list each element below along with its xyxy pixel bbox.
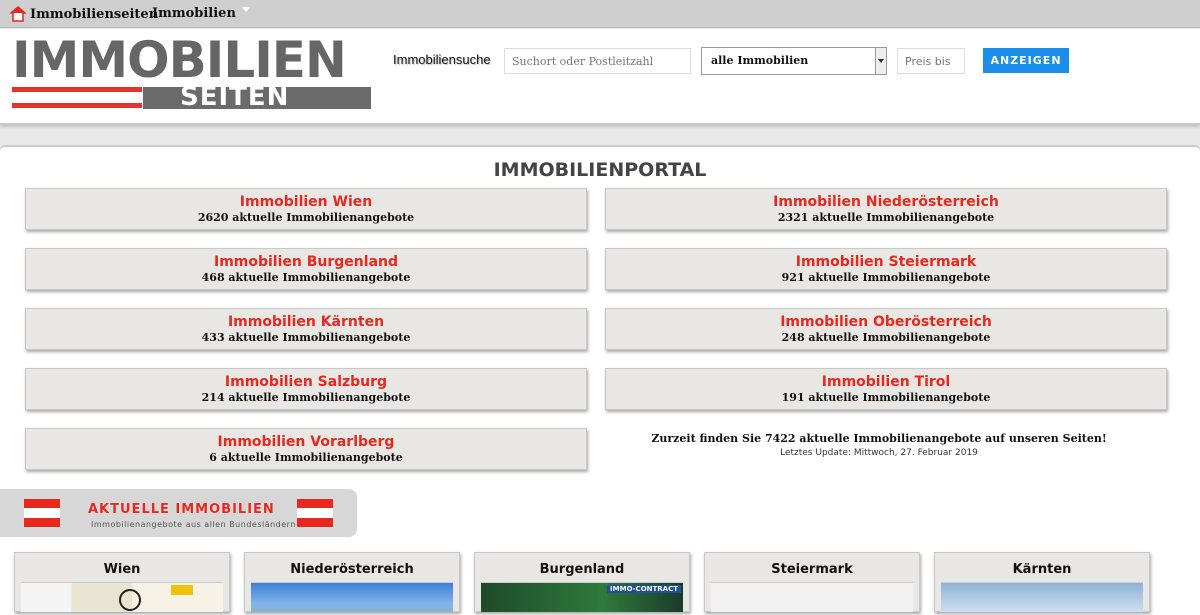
region-count: 191 aktuelle Immobilienangebote (781, 391, 991, 404)
summary-total: Zurzeit finden Sie 7422 aktuelle Immobil… (651, 432, 1107, 445)
region-link-vorarlberg[interactable]: Immobilien Vorarlberg 6 aktuelle Immobil… (25, 428, 587, 470)
region-link-kaernten[interactable]: Immobilien Kärnten 433 aktuelle Immobili… (25, 308, 587, 350)
nav-immobilien-label: Immobilien (152, 6, 236, 21)
region-count: 248 aktuelle Immobilienangebote (781, 331, 991, 344)
top-nav-bar: Immobilienseiten Immobilien (0, 0, 1200, 28)
main-panel: IMMOBILIENPORTAL Immobilien Wien 2620 ak… (0, 145, 1200, 615)
region-card-burgenland[interactable]: Burgenland IMMO-CONTRACT (474, 552, 690, 612)
region-name: Immobilien Niederösterreich (773, 194, 999, 210)
region-count: 2620 aktuelle Immobilienangebote (197, 211, 415, 224)
search-submit-button[interactable]: ANZEIGEN (983, 48, 1069, 73)
logo-top-text: IMMOBILIEN (12, 31, 347, 89)
chevron-down-icon (241, 7, 250, 12)
region-count: 214 aktuelle Immobilienangebote (201, 391, 411, 404)
search-label: Immobiliensuche (393, 52, 491, 67)
location-search-input[interactable] (504, 48, 691, 74)
card-image[interactable] (941, 582, 1143, 612)
region-link-burgenland[interactable]: Immobilien Burgenland 468 aktuelle Immob… (25, 248, 587, 290)
logo-bottom-text: SEITEN (180, 82, 290, 112)
image-detail (119, 589, 141, 611)
region-name: Immobilien Vorarlberg (217, 434, 395, 450)
card-image[interactable]: IMMO-CONTRACT (481, 582, 683, 612)
region-link-steiermark[interactable]: Immobilien Steiermark 921 aktuelle Immob… (605, 248, 1167, 290)
region-count: 6 aktuelle Immobilienangebote (209, 451, 403, 464)
card-title: Steiermark (771, 562, 853, 577)
region-count: 468 aktuelle Immobilienangebote (201, 271, 411, 284)
region-name: Immobilien Kärnten (227, 314, 385, 330)
site-header: IMMOBILIEN SEITEN Immobiliensuche alle I… (0, 29, 1200, 125)
max-price-input[interactable] (897, 48, 965, 74)
banner-title: AKTUELLE IMMOBILIEN (88, 502, 275, 517)
region-name: Immobilien Oberösterreich (780, 314, 992, 330)
region-card-kaernten[interactable]: Kärnten (934, 552, 1150, 612)
region-name: Immobilien Burgenland (213, 254, 399, 270)
region-link-tirol[interactable]: Immobilien Tirol 191 aktuelle Immobilien… (605, 368, 1167, 410)
region-count: 433 aktuelle Immobilienangebote (201, 331, 411, 344)
card-title: Kärnten (1012, 562, 1072, 577)
region-name: Immobilien Salzburg (224, 374, 388, 390)
region-link-wien[interactable]: Immobilien Wien 2620 aktuelle Immobilien… (25, 188, 587, 230)
nav-home-label: Immobilienseiten (30, 6, 159, 22)
page-title: IMMOBILIENPORTAL (493, 159, 707, 181)
property-type-select[interactable]: alle Immobilien (701, 47, 887, 75)
banner-subtitle: Immobilienangebote aus allen Bundeslände… (91, 520, 296, 529)
region-name: Immobilien Tirol (821, 374, 951, 390)
house-icon (10, 6, 26, 22)
card-image[interactable] (711, 582, 913, 612)
image-detail (171, 585, 193, 595)
card-image[interactable] (251, 582, 453, 612)
card-title: Niederösterreich (290, 562, 414, 577)
offer-summary: Zurzeit finden Sie 7422 aktuelle Immobil… (604, 432, 1154, 458)
region-card-niederoesterreich[interactable]: Niederösterreich (244, 552, 460, 612)
region-link-niederoesterreich[interactable]: Immobilien Niederösterreich 2321 aktuell… (605, 188, 1167, 230)
last-update: Letztes Update: Mittwoch, 27. Februar 20… (780, 448, 978, 458)
region-card-steiermark[interactable]: Steiermark (704, 552, 920, 612)
austria-flag-icon (297, 499, 333, 527)
image-tag: IMMO-CONTRACT (607, 585, 681, 593)
region-card-wien[interactable]: Wien (14, 552, 230, 612)
logo-stripes (12, 87, 142, 109)
region-count: 921 aktuelle Immobilienangebote (781, 271, 991, 284)
region-link-salzburg[interactable]: Immobilien Salzburg 214 aktuelle Immobil… (25, 368, 587, 410)
region-link-oberoesterreich[interactable]: Immobilien Oberösterreich 248 aktuelle I… (605, 308, 1167, 350)
select-arrow-icon[interactable] (875, 48, 886, 74)
card-image[interactable] (21, 582, 223, 612)
nav-immobilien-menu[interactable]: Immobilien (152, 6, 250, 21)
region-name: Immobilien Steiermark (795, 254, 977, 270)
site-logo[interactable]: IMMOBILIEN SEITEN (12, 35, 372, 112)
card-title: Wien (103, 562, 141, 577)
nav-home-link[interactable]: Immobilienseiten (10, 6, 158, 22)
region-name: Immobilien Wien (239, 194, 373, 210)
austria-flag-icon (24, 499, 60, 527)
property-type-selected: alle Immobilien (711, 54, 809, 67)
card-title: Burgenland (539, 562, 625, 577)
region-count: 2321 aktuelle Immobilienangebote (777, 211, 995, 224)
current-listings-banner: AKTUELLE IMMOBILIEN Immobilienangebote a… (0, 489, 357, 537)
